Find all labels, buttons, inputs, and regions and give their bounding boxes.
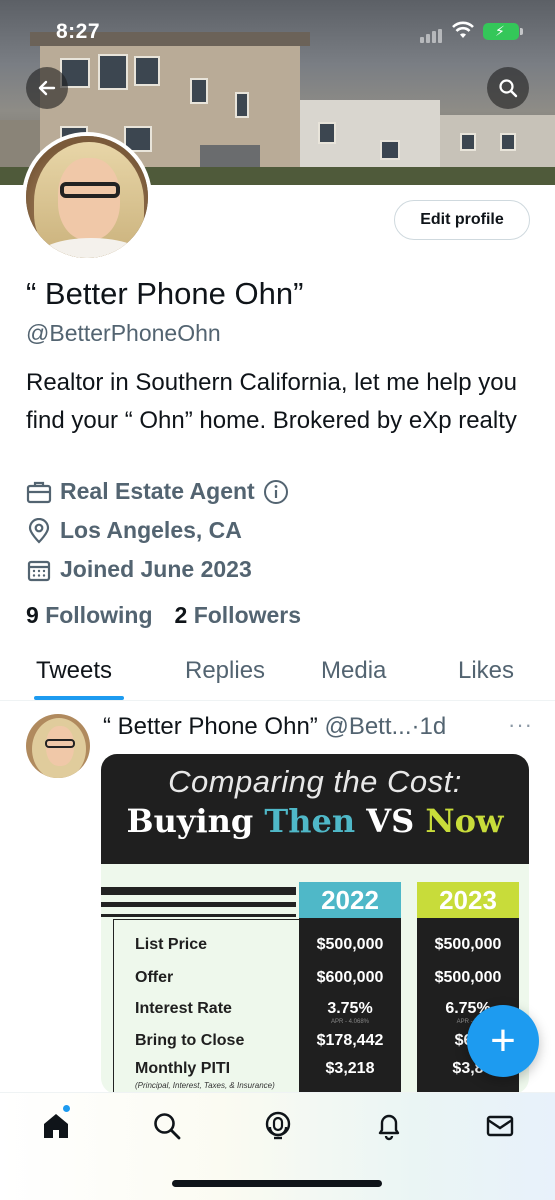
image-headline: Buying Then VS Now: [101, 802, 529, 840]
image-title: Comparing the Cost:: [168, 764, 462, 799]
spaces-microphone-icon: [265, 1111, 291, 1140]
row-label: Offer: [135, 969, 174, 986]
following-link[interactable]: 9 Following: [26, 602, 153, 629]
arrow-left-icon: [38, 80, 56, 96]
location-pin-icon: [28, 517, 50, 544]
edit-profile-button[interactable]: Edit profile: [394, 200, 530, 240]
profile-category-label: Real Estate Agent: [60, 478, 255, 504]
tab-replies[interactable]: Replies: [185, 657, 265, 685]
row-value-2022: $178,442: [316, 1032, 384, 1049]
profile-avatar[interactable]: [22, 132, 152, 262]
profile-name: “ Better Phone Ohn”: [26, 276, 304, 311]
image-footnote: (Principal, Interest, Taxes, & Insurance…: [135, 1081, 275, 1090]
profile-handle: @BetterPhoneOhn: [26, 320, 221, 346]
column-2022-header: 2022: [299, 882, 401, 918]
followers-count: 2: [174, 602, 188, 628]
profile-joined-label: Joined June 2023: [60, 556, 252, 582]
status-time: 8:27: [56, 20, 101, 43]
profile-location: Los Angeles, CA: [26, 517, 242, 544]
row-value-2023: $500,000: [434, 969, 502, 986]
table-border: [113, 919, 301, 920]
table-border: [113, 919, 114, 1094]
tab-media[interactable]: Media: [321, 657, 386, 685]
followers-link[interactable]: 2 Followers: [175, 602, 302, 629]
profile-bio: Realtor in Southern California, let me h…: [26, 369, 517, 434]
search-icon: [499, 79, 518, 98]
tab-likes[interactable]: Likes: [458, 657, 514, 685]
active-tab-indicator: [34, 696, 124, 700]
headline-vs: VS: [355, 802, 426, 840]
nav-spaces[interactable]: [261, 1109, 295, 1143]
status-bar: 8:27 ⚡: [0, 0, 555, 60]
tweet-avatar[interactable]: [26, 714, 90, 778]
tweet-timestamp: ·1d: [411, 713, 447, 740]
search-button[interactable]: [487, 67, 529, 109]
headline-then: Then: [264, 802, 356, 840]
nav-notifications[interactable]: [372, 1109, 406, 1143]
profile-location-label: Los Angeles, CA: [60, 517, 242, 543]
battery-icon: ⚡: [483, 23, 523, 40]
info-icon[interactable]: [263, 479, 289, 505]
image-stripe: [101, 914, 296, 917]
home-icon: [44, 1114, 68, 1138]
column-2023-header: 2023: [417, 882, 519, 918]
profile-joined: Joined June 2023: [26, 556, 252, 583]
row-label: Bring to Close: [135, 1032, 245, 1049]
nav-search[interactable]: [150, 1109, 184, 1143]
home-notification-dot: [62, 1104, 71, 1113]
calendar-icon: [27, 560, 51, 581]
row-label: Interest Rate: [135, 1000, 232, 1017]
tweet-header: “ Better Phone Ohn” @Bett...·1d: [103, 713, 503, 741]
envelope-icon: [486, 1115, 514, 1137]
tweet-media-image[interactable]: Comparing the Cost: Buying Then VS Now 2…: [101, 754, 529, 1094]
followers-label: Followers: [193, 602, 302, 628]
image-stripe: [101, 902, 296, 907]
follow-stats: 9 Following 2 Followers: [26, 602, 301, 629]
row-value-2022: 3.75%: [327, 1000, 373, 1017]
wifi-icon: [452, 21, 474, 38]
bell-icon: [378, 1114, 400, 1141]
apr-note-2022: APR - 4.068%: [330, 1019, 370, 1025]
nav-home[interactable]: [39, 1109, 73, 1143]
profile-category: Real Estate Agent: [26, 478, 289, 505]
row-value-2022: $600,000: [316, 969, 384, 986]
row-value-2022: $500,000: [316, 936, 384, 953]
row-value-2023: $500,000: [434, 936, 502, 953]
row-label: List Price: [135, 936, 208, 953]
row-value-2022: $3,218: [325, 1060, 375, 1077]
search-icon: [154, 1113, 181, 1140]
home-indicator: [172, 1180, 382, 1187]
briefcase-icon: [26, 481, 52, 503]
tweet-author-handle: @Bett...: [324, 713, 412, 740]
nav-messages[interactable]: [483, 1109, 517, 1143]
back-button[interactable]: [26, 67, 68, 109]
headline-now: Now: [425, 802, 504, 840]
compose-tweet-button[interactable]: +: [467, 1005, 539, 1077]
cellular-signal-icon: [420, 25, 444, 43]
tab-tweets[interactable]: Tweets: [36, 657, 112, 685]
profile-tabs: Tweets Replies Media Likes: [0, 645, 555, 701]
headline-buying: Buying: [126, 802, 265, 840]
following-count: 9: [26, 602, 39, 628]
tweet-more-icon[interactable]: ···: [508, 712, 533, 738]
tweet-author-name[interactable]: “ Better Phone Ohn”: [103, 713, 318, 740]
following-label: Following: [45, 602, 153, 628]
row-label: Monthly PITI: [135, 1060, 231, 1077]
image-stripe: [101, 887, 296, 895]
